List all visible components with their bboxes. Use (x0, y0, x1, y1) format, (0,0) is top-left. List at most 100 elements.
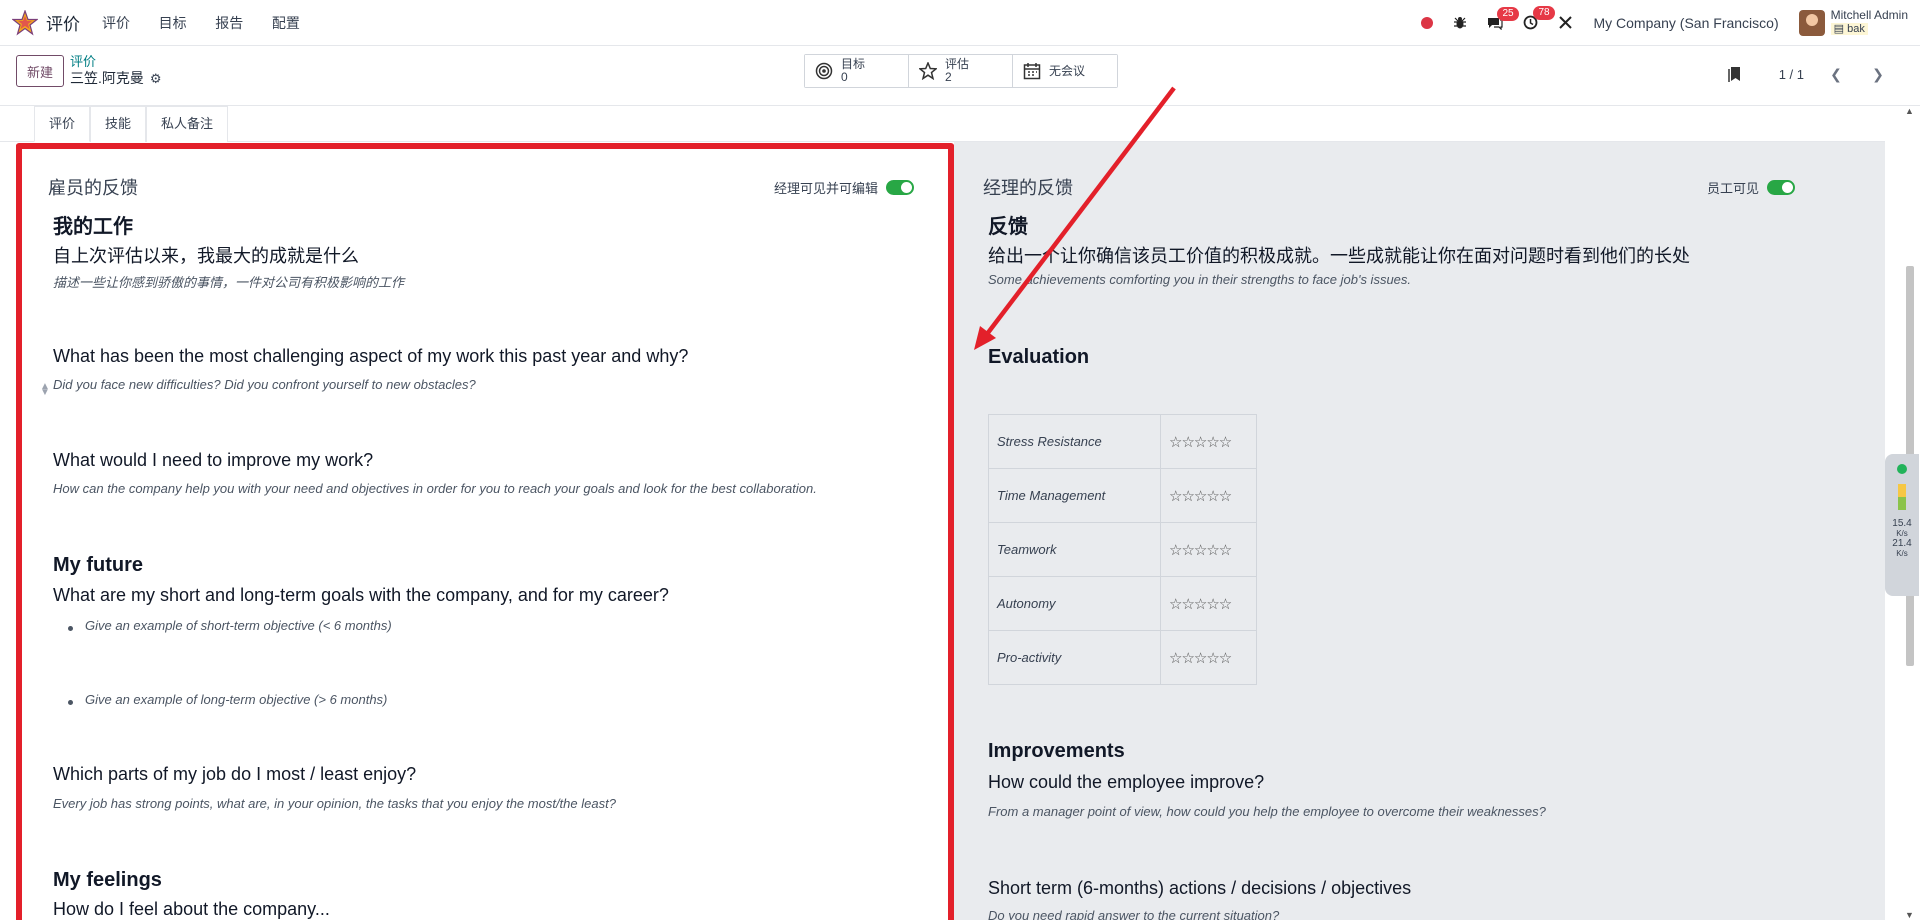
question-employee-improve[interactable]: How could the employee improve? (988, 772, 1264, 793)
breadcrumb: 评价 三笠.阿克曼 ⚙ (70, 54, 162, 87)
question-feel-company[interactable]: How do I feel about the company... (53, 899, 330, 920)
star-icon (919, 62, 937, 80)
user-name: Mitchell Admin (1830, 8, 1908, 22)
employee-visibility-toggle[interactable]: 经理可见并可编辑 (774, 178, 914, 197)
messages-systray[interactable]: 25 (1487, 6, 1519, 30)
form-tabs: 评价 技能 私人备注 (34, 106, 229, 142)
tab-private-note[interactable]: 私人备注 (146, 106, 229, 142)
question-challenging[interactable]: What has been the most challenging aspec… (53, 346, 688, 367)
database-name: ▤ bak (1830, 23, 1868, 35)
question-enjoy[interactable]: Which parts of my job do I most / least … (53, 764, 416, 785)
odoo-appraisal-logo-icon[interactable] (12, 9, 38, 36)
evaluation-criterion[interactable]: Stress Resistance (988, 414, 1161, 469)
question-goals[interactable]: What are my short and long-term goals wi… (53, 585, 669, 606)
download-speed: 21.4 (1892, 538, 1912, 549)
manager-visibility-toggle[interactable]: 员工可见 (1707, 178, 1795, 197)
evaluation-criterion[interactable]: Autonomy (988, 576, 1161, 631)
user-menu[interactable]: Mitchell Admin ▤ bak (1798, 8, 1908, 36)
company-switcher[interactable]: My Company (San Francisco) (1593, 15, 1778, 31)
activities-badge: 78 (1533, 6, 1555, 20)
messages-badge: 25 (1497, 6, 1519, 21)
toggle-switch[interactable] (1767, 180, 1795, 195)
employee-toggle-label: 经理可见并可编辑 (773, 181, 878, 196)
star-rating[interactable]: ☆☆☆☆☆ (1160, 630, 1257, 685)
app-name[interactable]: 评价 (46, 10, 80, 35)
manager-feedback-heading: 经理的反馈 (983, 178, 1073, 198)
gear-icon[interactable]: ⚙ (150, 71, 162, 86)
star-rating[interactable]: ☆☆☆☆☆ (1160, 576, 1257, 631)
bullet-dot (68, 626, 73, 631)
star-rating[interactable]: ☆☆☆☆☆ (1160, 522, 1257, 577)
question-improve-work[interactable]: What would I need to improve my work? (53, 450, 373, 471)
question-short-term-actions[interactable]: Short term (6-months) actions / decision… (988, 878, 1411, 899)
hint-achievement[interactable]: 描述一些让你感到骄傲的事情，一件对公司有积极影响的工作 (53, 272, 404, 291)
employee-feedback-panel: 雇员的反馈 经理可见并可编辑 ▲ ▼ 我的工作 自上次评估以来，我最大的成就是什么… (14, 142, 954, 920)
menu-item-goals[interactable]: 目标 (159, 15, 187, 31)
improvements-title[interactable]: Improvements (988, 740, 1125, 763)
evaluation-criterion[interactable]: Teamwork (988, 522, 1161, 577)
target-icon (815, 62, 833, 80)
star-rating[interactable]: ☆☆☆☆☆ (1160, 414, 1257, 469)
table-row: Pro-activity ☆☆☆☆☆ (988, 630, 1257, 685)
pager-previous-button[interactable]: ❮ (1822, 60, 1850, 88)
bullet-short-term[interactable]: Give an example of short-term objective … (85, 618, 392, 633)
evaluation-criterion[interactable]: Time Management (988, 468, 1161, 523)
upload-speed: 15.4 (1892, 518, 1912, 529)
bug-icon[interactable] (1453, 16, 1467, 30)
appraisals-smart-button[interactable]: 评估 2 (909, 55, 1013, 87)
pager-next-button[interactable]: ❯ (1864, 60, 1892, 88)
pager-value[interactable]: 1 / 1 (1779, 67, 1804, 82)
my-feelings-title[interactable]: My feelings (53, 869, 162, 892)
hint-positive-achievement[interactable]: Some achievements comforting you in thei… (988, 272, 1411, 287)
appraisals-count: 2 (945, 70, 952, 84)
goals-label: 目标 (841, 57, 866, 71)
star-rating[interactable]: ☆☆☆☆☆ (1160, 468, 1257, 523)
download-unit: K/s (1896, 549, 1908, 558)
menu-item-appraisals[interactable]: 评价 (102, 15, 130, 31)
feedback-title[interactable]: 反馈 (988, 210, 1028, 239)
breadcrumb-parent-link[interactable]: 评价 (70, 54, 162, 70)
bookmark-icon[interactable] (1727, 65, 1743, 83)
table-row: Autonomy ☆☆☆☆☆ (988, 576, 1257, 631)
hint-enjoy[interactable]: Every job has strong points, what are, i… (53, 796, 616, 811)
hint-challenging[interactable]: Did you face new difficulties? Did you c… (53, 377, 476, 392)
bullet-long-term[interactable]: Give an example of long-term objective (… (85, 692, 387, 707)
question-positive-achievement[interactable]: 给出一个让你确信该员工价值的积极成就。一些成就能让你在面对问题时看到他们的长处 (988, 242, 1690, 268)
hint-improve-work[interactable]: How can the company help you with your n… (53, 481, 817, 496)
tools-icon[interactable] (1558, 15, 1573, 30)
recording-dot-icon[interactable] (1421, 16, 1434, 29)
goals-count: 0 (841, 70, 848, 84)
scroll-up-icon[interactable]: ▲ (1905, 106, 1914, 116)
toggle-switch[interactable] (886, 180, 914, 195)
evaluation-criterion[interactable]: Pro-activity (988, 630, 1161, 685)
tab-skills[interactable]: 技能 (90, 106, 147, 142)
my-future-title[interactable]: My future (53, 554, 143, 577)
meeting-smart-button[interactable]: 无会议 (1013, 55, 1117, 87)
drag-handle-icon[interactable]: ▲ ▼ (40, 382, 50, 398)
table-row: Stress Resistance ☆☆☆☆☆ (988, 414, 1257, 469)
table-row: Teamwork ☆☆☆☆☆ (988, 522, 1257, 577)
menu-item-reporting[interactable]: 报告 (215, 15, 243, 31)
status-dot-icon (1897, 464, 1907, 474)
control-panel: 新建 评价 三笠.阿克曼 ⚙ 目标 0 评估 2 无会议 1 / 1 ❮ ❯ (0, 46, 1920, 106)
upload-unit: K/s (1896, 529, 1908, 538)
hint-employee-improve[interactable]: From a manager point of view, how could … (988, 804, 1546, 819)
hint-short-term-actions[interactable]: Do you need rapid answer to the current … (988, 908, 1279, 920)
question-achievement[interactable]: 自上次评估以来，我最大的成就是什么 (53, 242, 359, 268)
appraisals-label: 评估 (945, 57, 970, 71)
network-speed-widget: 15.4 K/s 21.4 K/s (1885, 454, 1919, 596)
table-row: Time Management ☆☆☆☆☆ (988, 468, 1257, 523)
menu-item-configuration[interactable]: 配置 (272, 15, 300, 31)
scroll-down-icon[interactable]: ▼ (1905, 910, 1914, 920)
my-work-title[interactable]: 我的工作 (53, 210, 133, 239)
new-button[interactable]: 新建 (16, 55, 64, 87)
activities-systray[interactable]: 78 (1523, 6, 1555, 30)
main-menu: 评价 目标 报告 配置 (102, 13, 325, 33)
goals-smart-button[interactable]: 目标 0 (805, 55, 909, 87)
bullet-dot (68, 700, 73, 705)
calendar-icon (1023, 63, 1041, 80)
breadcrumb-current: 三笠.阿克曼 (70, 70, 144, 86)
tab-appraisal[interactable]: 评价 (34, 106, 91, 142)
evaluation-title[interactable]: Evaluation (988, 346, 1089, 369)
manager-toggle-label: 员工可见 (1706, 181, 1759, 196)
